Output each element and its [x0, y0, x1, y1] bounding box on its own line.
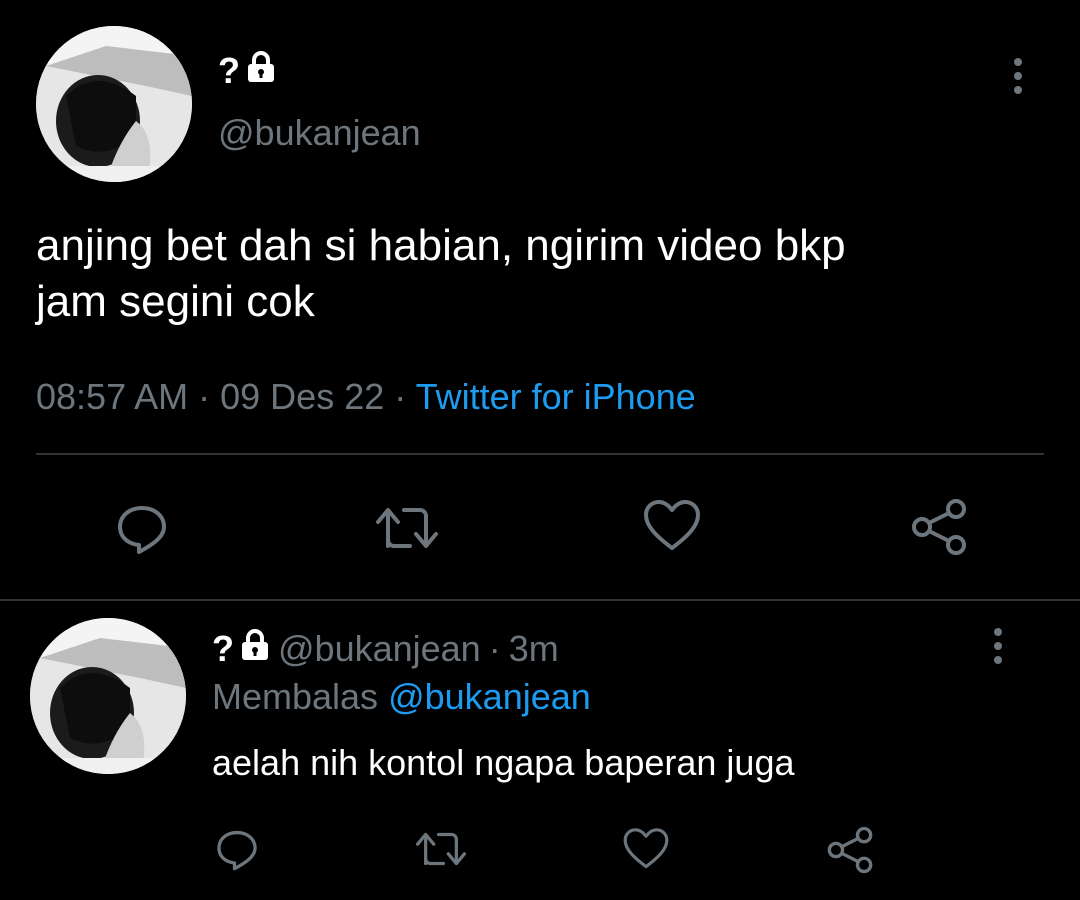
tweet-age[interactable]: 3m — [509, 628, 559, 670]
share-icon[interactable] — [910, 498, 968, 556]
handle[interactable]: @bukanjean — [218, 112, 421, 154]
tweet-time[interactable]: 08:57 AM — [36, 376, 188, 417]
reply-icon[interactable] — [214, 826, 260, 872]
display-name-text: ? — [212, 628, 234, 669]
lock-icon — [240, 628, 270, 670]
like-icon[interactable] — [642, 498, 702, 554]
display-name[interactable]: ? — [218, 50, 276, 92]
lock-icon — [246, 50, 276, 92]
tweet-date[interactable]: 09 Des 22 — [220, 376, 384, 417]
tweet-text-line-1: anjing bet dah si habian, ngirim video b… — [36, 221, 846, 270]
reply-icon[interactable] — [114, 500, 170, 556]
meta-separator: · — [488, 628, 501, 669]
display-name-text: ? — [218, 50, 240, 91]
reply-header: ? @bukanjean · 3m — [212, 628, 559, 670]
meta-separator: · — [394, 376, 407, 417]
more-vertical-icon[interactable] — [1012, 58, 1024, 94]
divider — [36, 453, 1044, 455]
section-divider — [0, 599, 1080, 601]
profile-photo — [36, 26, 192, 182]
more-vertical-icon[interactable] — [992, 628, 1004, 664]
reply-text: aelah nih kontol ngapa baperan juga — [212, 742, 795, 783]
replying-label: Membalas — [212, 676, 379, 717]
display-name[interactable]: ? — [212, 628, 270, 670]
tweet-text: anjing bet dah si habian, ngirim video b… — [36, 218, 1046, 330]
handle[interactable]: @bukanjean — [278, 628, 481, 670]
tweet-text-line-2: jam segini cok — [36, 277, 315, 326]
tweet-source-link[interactable]: Twitter for iPhone — [416, 376, 696, 417]
retweet-icon[interactable] — [414, 828, 468, 870]
retweet-icon[interactable] — [374, 502, 440, 554]
meta-separator: · — [198, 376, 211, 417]
share-icon[interactable] — [826, 826, 874, 874]
avatar[interactable] — [30, 618, 186, 774]
tweet-meta: 08:57 AM · 09 Des 22 · Twitter for iPhon… — [36, 376, 696, 418]
replying-to: Membalas @bukanjean — [212, 676, 591, 718]
replying-to-handle[interactable]: @bukanjean — [388, 676, 591, 717]
profile-photo — [30, 618, 186, 774]
like-icon[interactable] — [622, 826, 670, 872]
avatar[interactable] — [36, 26, 192, 182]
